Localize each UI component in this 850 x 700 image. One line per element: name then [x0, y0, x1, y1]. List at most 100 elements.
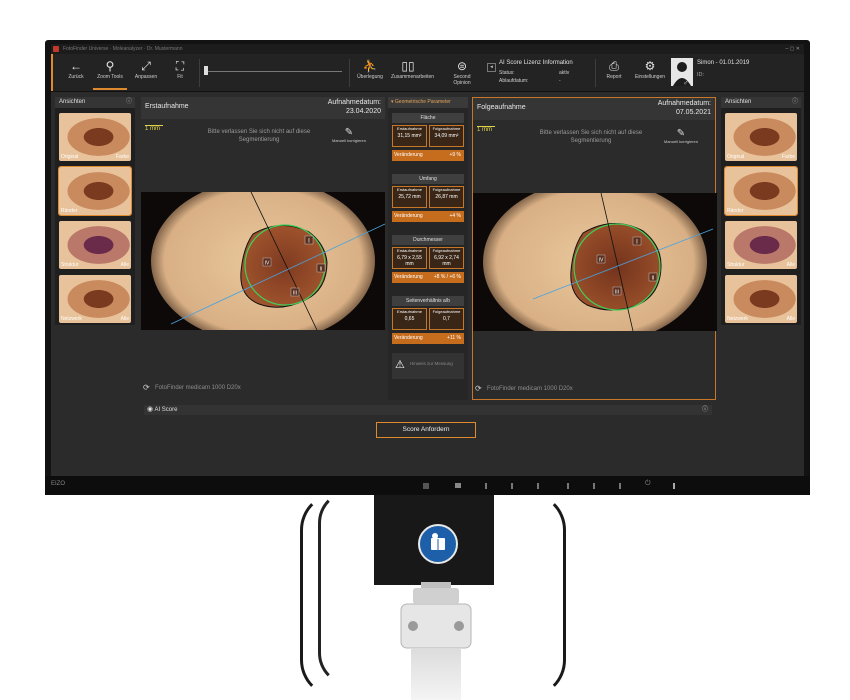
- thumb-borders[interactable]: Ränder: [58, 166, 132, 216]
- slider-track: [206, 71, 342, 72]
- fit-button[interactable]: ⛶ Fit: [163, 58, 197, 88]
- app-screen: FotoFinder Universe · Moleanalyzer · Dr.…: [51, 44, 804, 476]
- overlay-icon: ⛹: [362, 59, 378, 73]
- title-bar: FotoFinder Universe · Moleanalyzer · Dr.…: [51, 44, 804, 54]
- follow-value-box: Folgeaufnahme 0,7: [429, 308, 464, 330]
- window-controls[interactable]: – ▢ ✕: [786, 44, 800, 54]
- collapse-icon[interactable]: ◂: [487, 63, 496, 72]
- adjust-button[interactable]: ⤢ Anpassen: [129, 58, 163, 88]
- left-views-panel: Ansichten ⓘ Original Farbe Ränder Struktur…: [55, 97, 135, 325]
- monitor-button[interactable]: [619, 483, 621, 489]
- segmentation-hint: Bitte verlassen Sie sich nicht auf diese…: [207, 129, 311, 143]
- refresh-icon[interactable]: ⟳: [143, 383, 150, 392]
- vesa-mount: [400, 582, 472, 649]
- printer-icon: ⎙: [609, 59, 619, 73]
- window-title: FotoFinder Universe · Moleanalyzer · Dr.…: [63, 46, 183, 52]
- svg-text:IV: IV: [599, 258, 604, 264]
- cable: [490, 492, 566, 698]
- zoom-slider[interactable]: [204, 64, 344, 78]
- ai-score-title: AI Score: [154, 407, 178, 413]
- app-logo-icon: [53, 46, 59, 52]
- toolbar-divider: [199, 59, 200, 87]
- ai-score-icon: ◉: [147, 406, 154, 413]
- thumb-original[interactable]: Original Farbe: [59, 113, 131, 161]
- monitor-button[interactable]: [567, 483, 569, 489]
- toolbar-accent: [51, 54, 53, 91]
- overlay-button[interactable]: ⛹ Überlegung: [353, 58, 387, 88]
- change-row: Veränderung +4 %: [392, 211, 464, 222]
- thumb-borders[interactable]: Ränder: [724, 166, 798, 216]
- manual-correct-button[interactable]: ✎ Manuell korrigieren: [661, 128, 701, 144]
- slider-handle[interactable]: [204, 66, 208, 75]
- follow-value-box: Folgeaufnahme 34,09 mm²: [429, 125, 464, 147]
- read-manual-icon: [418, 524, 458, 564]
- info-icon[interactable]: ⓘ: [792, 97, 798, 108]
- info-icon[interactable]: ⓘ: [126, 97, 132, 108]
- fit-icon: ⛶: [175, 59, 185, 73]
- pencil-icon: ✎: [676, 128, 686, 139]
- view-header: Erstaufnahme Aufnahmedatum: 23.04.2020: [141, 97, 385, 119]
- monitor-button[interactable]: [593, 483, 595, 489]
- power-led: [673, 483, 675, 489]
- male-icon: ♂: [683, 80, 689, 87]
- panel-header: Ansichten ⓘ: [721, 97, 801, 108]
- monitor-brand: EIZO: [51, 481, 66, 487]
- monitor-bezel: EIZO ⏻: [45, 476, 810, 495]
- lesion-image[interactable]: I IV II III: [141, 192, 385, 330]
- warning-icon: ⚠: [395, 359, 405, 371]
- thumb-structure[interactable]: Struktur Alle: [59, 221, 131, 269]
- device-label: FotoFinder medicam 1000 D20x: [155, 385, 241, 391]
- segmentation-hint: Bitte verlassen Sie sich nicht auf diese…: [539, 130, 643, 144]
- report-button[interactable]: ⎙ Report: [597, 58, 631, 88]
- thumb-network[interactable]: Netzwerk Alle: [725, 275, 797, 323]
- lesion-image[interactable]: I IV II III: [473, 193, 717, 331]
- first-value-box: Erstaufnahme 31,15 mm²: [392, 125, 427, 147]
- manual-correct-button[interactable]: ✎ Manuell korrigieren: [329, 127, 369, 143]
- thumb-structure[interactable]: Struktur Alle: [725, 221, 797, 269]
- first-value-box: Erstaufnahme 0,65: [392, 308, 427, 330]
- geometry-parameters-panel: ▾ Geometrische Parameter Fläche Erstaufn…: [388, 97, 468, 400]
- panel-header[interactable]: ▾ Geometrische Parameter: [388, 97, 468, 108]
- ai-score-bar[interactable]: ◉ AI Score ⓘ: [144, 405, 712, 415]
- first-value-box: Erstaufnahme 6,79 x 2,55 mm: [392, 247, 427, 269]
- avatar[interactable]: [671, 58, 693, 86]
- power-icon[interactable]: ⏻: [645, 480, 651, 488]
- thumb-original[interactable]: Original Farbe: [725, 113, 797, 161]
- zoom-tools-button[interactable]: ⚲ Zoom Tools: [93, 58, 127, 90]
- monitor-button[interactable]: [455, 483, 461, 488]
- view-title: Erstaufnahme: [145, 103, 189, 110]
- svg-text:IV: IV: [265, 261, 270, 267]
- monitor-button[interactable]: [485, 483, 487, 489]
- settings-button[interactable]: ⚙ Einstellungen: [633, 58, 667, 88]
- second-opinion-icon: ⊜: [456, 59, 468, 73]
- follow-value-box: Folgeaufnahme 6,92 x 2,74 mm: [429, 247, 464, 269]
- change-row: Veränderung +11 %: [392, 333, 464, 344]
- follow-value-box: Folgeaufnahme 26,87 mm: [429, 186, 464, 208]
- section-aspect-ratio: Seitenverhältnis a/b: [392, 296, 464, 306]
- arrow-left-icon: ←: [70, 59, 82, 73]
- split-view-button[interactable]: ▯▯ Zusammenarbeiten: [391, 58, 434, 88]
- monitor-button[interactable]: [511, 483, 513, 489]
- back-button[interactable]: ← Zurück: [59, 58, 93, 88]
- follow-image-view: Folgeaufnahme Aufnahmedatum: 07.05.2021 …: [472, 97, 717, 400]
- stand-pole: [411, 648, 461, 700]
- section-perimeter: Umfang: [392, 174, 464, 184]
- info-icon[interactable]: ⓘ: [702, 405, 708, 415]
- capture-date: 23.04.2020: [345, 108, 381, 115]
- first-value-box: Erstaufnahme 25,72 mm: [392, 186, 427, 208]
- patient-name: Simon - 01.01.2019: [697, 60, 750, 66]
- magnify-user-icon: ⚲: [105, 59, 115, 73]
- toolbar-divider: [595, 59, 596, 87]
- request-score-button[interactable]: Score Anfordern: [376, 422, 476, 438]
- monitor-button[interactable]: [537, 483, 539, 489]
- svg-text:II: II: [652, 276, 655, 282]
- right-views-panel: Ansichten ⓘ Original Farbe Ränder Struktur…: [721, 97, 801, 325]
- thumb-network[interactable]: Netzwerk Alle: [59, 275, 131, 323]
- pencil-icon: ✎: [344, 127, 354, 138]
- change-row: Veränderung +9 %: [392, 150, 464, 161]
- second-opinion-button[interactable]: ⊜ Second Opinion: [445, 58, 479, 88]
- split-view-icon: ▯▯: [401, 59, 415, 73]
- panel-header: Ansichten ⓘ: [55, 97, 135, 108]
- refresh-icon[interactable]: ⟳: [475, 384, 482, 393]
- warning-box: ⚠ Hinweis zur Messung: [392, 353, 464, 379]
